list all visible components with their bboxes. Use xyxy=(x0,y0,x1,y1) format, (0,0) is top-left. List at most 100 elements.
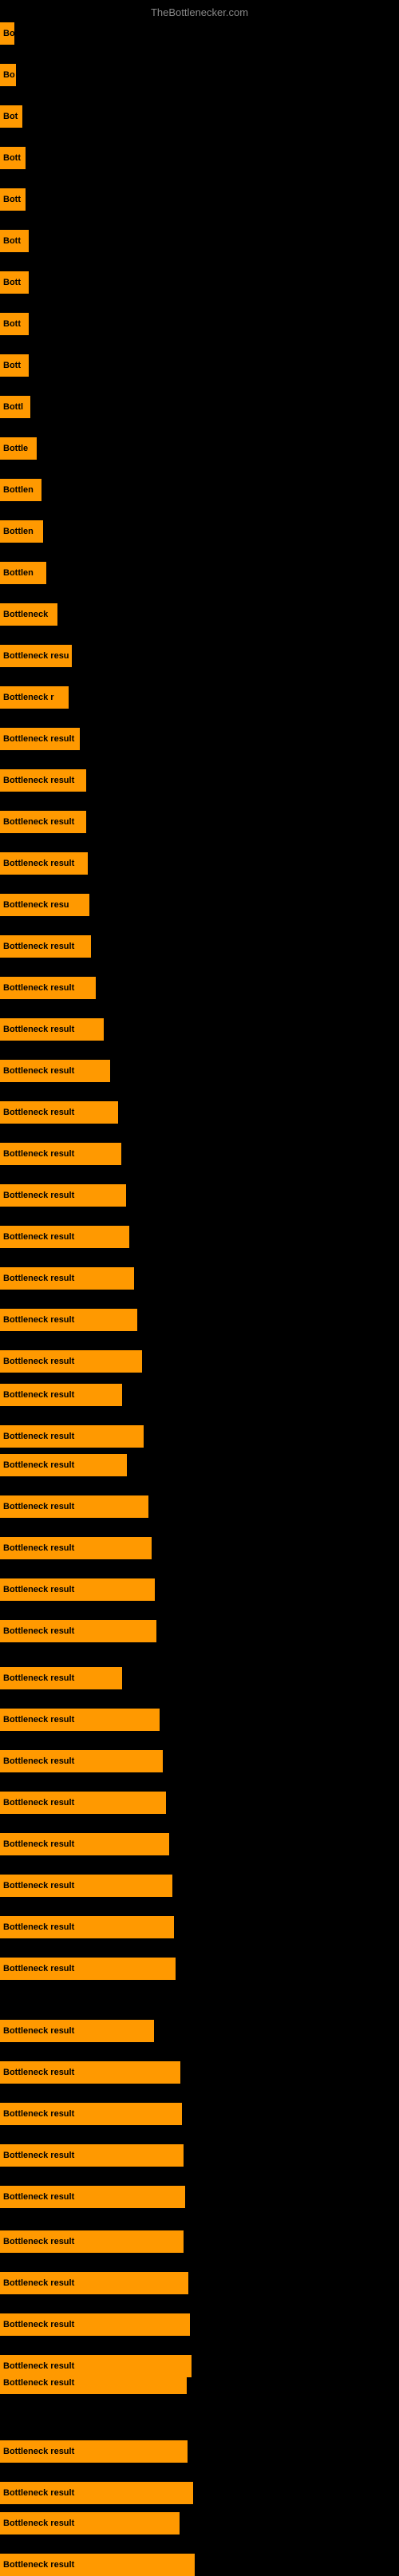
bar-row-36: Bottleneck result xyxy=(0,1495,148,1518)
bar-row-44: Bottleneck result xyxy=(0,1833,169,1855)
bar-label-12: Bottlen xyxy=(3,527,34,536)
bar-row-41: Bottleneck result xyxy=(0,1709,160,1731)
bar-label-21: Bottleneck resu xyxy=(3,900,69,910)
bar-fill-18: Bottleneck result xyxy=(0,769,86,792)
bar-fill-51: Bottleneck result xyxy=(0,2144,184,2167)
bar-label-31: Bottleneck result xyxy=(3,1315,74,1325)
bar-row-50: Bottleneck result xyxy=(0,2103,182,2125)
bar-row-40: Bottleneck result xyxy=(0,1667,122,1689)
bar-row-37: Bottleneck result xyxy=(0,1537,152,1559)
bar-fill-25: Bottleneck result xyxy=(0,1060,110,1082)
bar-fill-33: Bottleneck result xyxy=(0,1384,122,1406)
bar-label-46: Bottleneck result xyxy=(3,1922,74,1932)
bar-label-37: Bottleneck result xyxy=(3,1543,74,1553)
bar-fill-52: Bottleneck result xyxy=(0,2186,185,2208)
bar-row-46: Bottleneck result xyxy=(0,1916,174,1938)
bar-label-44: Bottleneck result xyxy=(3,1839,74,1849)
bar-row-24: Bottleneck result xyxy=(0,1018,104,1041)
bar-label-49: Bottleneck result xyxy=(3,2068,74,2077)
bar-row-2: Bot xyxy=(0,105,22,128)
bar-row-1: Bo xyxy=(0,64,16,86)
bar-label-48: Bottleneck result xyxy=(3,2026,74,2036)
bar-label-35: Bottleneck result xyxy=(3,1460,74,1470)
bar-fill-35: Bottleneck result xyxy=(0,1454,127,1476)
bar-label-38: Bottleneck result xyxy=(3,1585,74,1594)
bar-row-18: Bottleneck result xyxy=(0,769,86,792)
bar-label-55: Bottleneck result xyxy=(3,2320,74,2329)
bar-label-23: Bottleneck result xyxy=(3,983,74,993)
bar-row-52: Bottleneck result xyxy=(0,2186,185,2208)
bar-label-6: Bott xyxy=(3,278,21,287)
bar-fill-49: Bottleneck result xyxy=(0,2061,180,2084)
bar-label-15: Bottleneck resu xyxy=(3,651,69,661)
bar-fill-7: Bott xyxy=(0,313,29,335)
bar-fill-16: Bottleneck r xyxy=(0,686,69,709)
bar-row-58: Bottleneck result xyxy=(0,2440,188,2463)
bar-label-39: Bottleneck result xyxy=(3,1626,74,1636)
bar-label-42: Bottleneck result xyxy=(3,1756,74,1766)
bar-fill-60: Bottleneck result xyxy=(0,2512,180,2535)
bar-fill-31: Bottleneck result xyxy=(0,1309,137,1331)
bar-label-19: Bottleneck result xyxy=(3,817,74,827)
bar-fill-50: Bottleneck result xyxy=(0,2103,182,2125)
bar-label-60: Bottleneck result xyxy=(3,2519,74,2528)
bar-fill-55: Bottleneck result xyxy=(0,2313,190,2336)
bar-fill-47: Bottleneck result xyxy=(0,1958,176,1980)
bar-row-53: Bottleneck result xyxy=(0,2230,184,2253)
bar-label-50: Bottleneck result xyxy=(3,2109,74,2119)
bar-row-8: Bott xyxy=(0,354,29,377)
bar-fill-37: Bottleneck result xyxy=(0,1537,152,1559)
bar-row-28: Bottleneck result xyxy=(0,1184,126,1207)
bar-fill-0: Bo xyxy=(0,22,14,45)
bar-label-13: Bottlen xyxy=(3,568,34,578)
bar-fill-59: Bottleneck result xyxy=(0,2482,193,2504)
bar-row-21: Bottleneck resu xyxy=(0,894,89,916)
bar-fill-19: Bottleneck result xyxy=(0,811,86,833)
bar-label-2: Bot xyxy=(3,112,18,121)
bar-row-5: Bott xyxy=(0,230,29,252)
bar-row-27: Bottleneck result xyxy=(0,1143,121,1165)
bar-row-19: Bottleneck result xyxy=(0,811,86,833)
bar-fill-1: Bo xyxy=(0,64,16,86)
bar-label-54: Bottleneck result xyxy=(3,2278,74,2288)
bar-row-13: Bottlen xyxy=(0,562,46,584)
bar-label-27: Bottleneck result xyxy=(3,1149,74,1159)
bar-fill-44: Bottleneck result xyxy=(0,1833,169,1855)
bar-row-34: Bottleneck result xyxy=(0,1425,144,1448)
bar-fill-9: Bottl xyxy=(0,396,30,418)
bar-fill-58: Bottleneck result xyxy=(0,2440,188,2463)
bar-row-54: Bottleneck result xyxy=(0,2272,188,2294)
bar-row-45: Bottleneck result xyxy=(0,1875,172,1897)
bar-fill-22: Bottleneck result xyxy=(0,935,91,958)
bar-row-57: Bottleneck result xyxy=(0,2372,187,2394)
bar-label-24: Bottleneck result xyxy=(3,1025,74,1034)
bar-row-17: Bottleneck result xyxy=(0,728,80,750)
bar-fill-12: Bottlen xyxy=(0,520,43,543)
bar-label-17: Bottleneck result xyxy=(3,734,74,744)
bar-label-57: Bottleneck result xyxy=(3,2378,74,2388)
bar-label-0: Bo xyxy=(3,29,14,38)
bar-label-4: Bott xyxy=(3,195,21,204)
bar-label-28: Bottleneck result xyxy=(3,1191,74,1200)
bar-fill-4: Bott xyxy=(0,188,26,211)
bar-row-60: Bottleneck result xyxy=(0,2512,180,2535)
bar-fill-13: Bottlen xyxy=(0,562,46,584)
bar-row-3: Bott xyxy=(0,147,26,169)
bar-fill-39: Bottleneck result xyxy=(0,1620,156,1642)
bar-fill-21: Bottleneck resu xyxy=(0,894,89,916)
bar-label-3: Bott xyxy=(3,153,21,163)
bar-label-18: Bottleneck result xyxy=(3,776,74,785)
bar-row-12: Bottlen xyxy=(0,520,43,543)
bar-row-33: Bottleneck result xyxy=(0,1384,122,1406)
bar-fill-38: Bottleneck result xyxy=(0,1578,155,1601)
bar-fill-41: Bottleneck result xyxy=(0,1709,160,1731)
bar-label-8: Bott xyxy=(3,361,21,370)
bar-fill-27: Bottleneck result xyxy=(0,1143,121,1165)
bar-label-30: Bottleneck result xyxy=(3,1274,74,1283)
bar-fill-10: Bottle xyxy=(0,437,37,460)
bar-label-5: Bott xyxy=(3,236,21,246)
bar-row-16: Bottleneck r xyxy=(0,686,69,709)
bar-label-1: Bo xyxy=(3,70,15,80)
bar-label-22: Bottleneck result xyxy=(3,942,74,951)
bar-label-33: Bottleneck result xyxy=(3,1390,74,1400)
